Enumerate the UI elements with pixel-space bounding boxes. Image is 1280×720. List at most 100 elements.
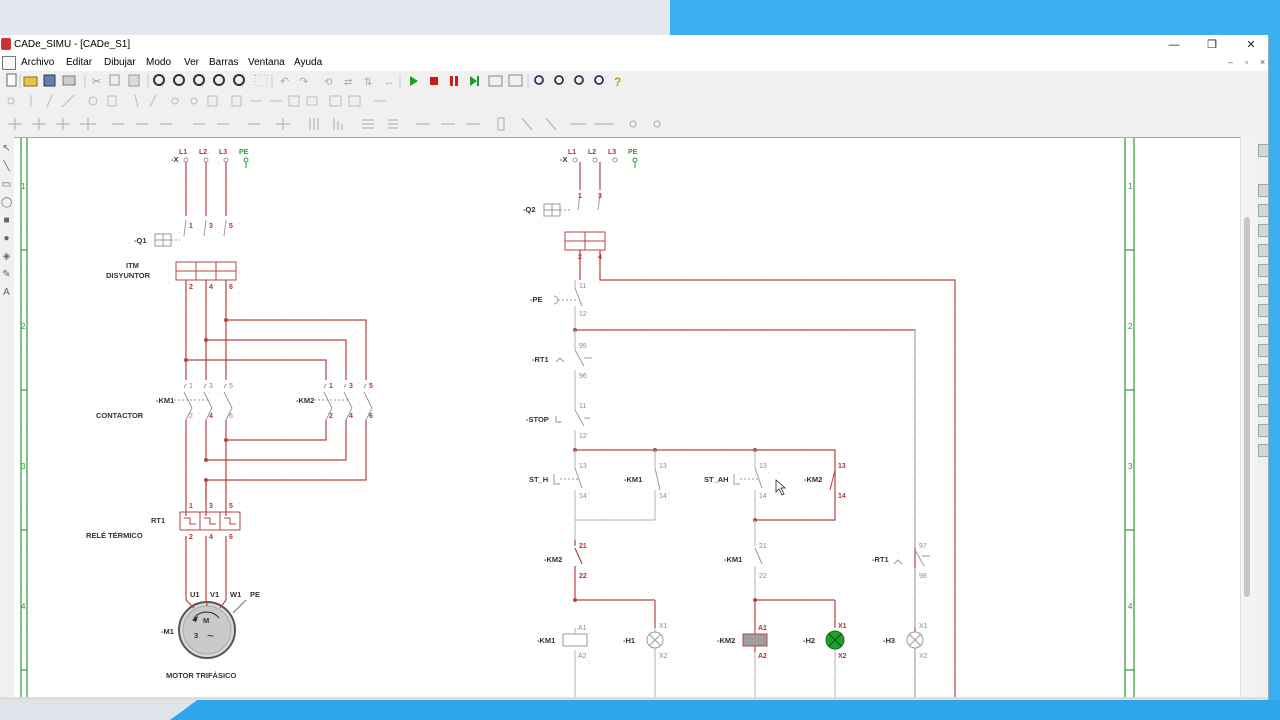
new-file-icon[interactable] (6, 73, 17, 87)
right-tool-4-icon[interactable] (1258, 224, 1268, 237)
connect-icon[interactable]: ↔ (384, 77, 394, 88)
zoom-in-icon[interactable] (193, 74, 205, 86)
tool-18-icon[interactable] (348, 95, 361, 107)
comp-4-icon[interactable] (80, 118, 96, 130)
right-tool-9-icon[interactable] (1258, 324, 1268, 337)
align-icon[interactable]: ⇅ (364, 77, 372, 88)
tool-6-icon[interactable] (107, 95, 117, 107)
right-tool-1-icon[interactable] (1258, 144, 1268, 157)
stop-button[interactable] (555, 409, 590, 427)
right-tool-15-icon[interactable] (1258, 444, 1268, 457)
paste-icon[interactable] (128, 74, 140, 87)
rt1-no-contact[interactable] (893, 549, 930, 567)
menu-barras[interactable]: Barras (209, 57, 238, 68)
vertical-scrollbar[interactable] (1240, 137, 1257, 697)
right-tool-2-icon[interactable] (1258, 184, 1268, 197)
km2-power-contacts[interactable] (314, 383, 373, 421)
menu-ver[interactable]: Ver (184, 57, 199, 68)
tool-16-icon[interactable] (306, 96, 318, 106)
zoom-window-icon[interactable] (153, 74, 165, 86)
right-tool-6-icon[interactable] (1258, 264, 1268, 277)
mdi-minimize-button[interactable]: – (1228, 57, 1233, 67)
play-icon[interactable] (410, 76, 418, 86)
scrollbar-thumb[interactable] (1244, 217, 1250, 597)
comp-25-icon[interactable] (653, 120, 661, 128)
pointer-icon[interactable]: ↖ (1, 143, 12, 154)
rt1-nc-contact[interactable] (555, 349, 592, 367)
maximize-button[interactable]: ❐ (1194, 37, 1230, 53)
right-tool-11-icon[interactable] (1258, 364, 1268, 377)
lamp-h3[interactable] (906, 631, 924, 649)
km2-interlock-contact[interactable] (574, 547, 583, 565)
stop-icon[interactable] (430, 77, 438, 85)
comp-3-icon[interactable] (56, 118, 70, 130)
menu-dibujar[interactable]: Dibujar (104, 57, 136, 68)
measure-icon[interactable] (508, 74, 523, 87)
menu-archivo[interactable]: Archivo (21, 57, 54, 68)
lamp-h2[interactable] (825, 630, 845, 650)
km2-holding-contact[interactable] (829, 469, 836, 491)
print-icon[interactable] (62, 75, 76, 86)
zoom-out-icon[interactable] (213, 74, 225, 86)
zoom-lens-1-icon[interactable] (534, 75, 544, 85)
mdi-close-button[interactable]: × (1260, 57, 1265, 67)
comp-13-icon[interactable] (333, 118, 343, 130)
menu-ventana[interactable]: Ventana (248, 57, 285, 68)
right-tool-8-icon[interactable] (1258, 304, 1268, 317)
menu-modo[interactable]: Modo (146, 57, 171, 68)
tool-17-icon[interactable] (329, 95, 342, 107)
oscilloscope-icon[interactable] (488, 75, 503, 87)
comp-2-icon[interactable] (32, 118, 46, 130)
close-button[interactable]: ✕ (1233, 37, 1268, 53)
tool-1-icon[interactable] (7, 97, 15, 105)
step-icon[interactable] (470, 76, 479, 86)
help-icon[interactable]: ? (614, 75, 621, 89)
rt1-thermal-relay[interactable] (179, 511, 241, 531)
right-tool-7-icon[interactable] (1258, 284, 1268, 297)
zoom-all-icon[interactable] (173, 74, 185, 86)
pen-icon[interactable]: ✎ (1, 269, 12, 280)
comp-12-icon[interactable] (309, 118, 319, 130)
rectangle-icon[interactable]: ▭ (1, 179, 12, 190)
ellipse-icon[interactable]: ◯ (1, 197, 12, 208)
minimize-button[interactable]: — (1156, 37, 1192, 53)
tool-3-icon[interactable] (46, 94, 53, 108)
tool-12-icon[interactable] (231, 95, 242, 107)
zoom-lens-3-icon[interactable] (574, 75, 584, 85)
grid-icon[interactable] (254, 74, 268, 87)
open-file-icon[interactable] (23, 76, 38, 87)
right-tool-13-icon[interactable] (1258, 404, 1268, 417)
pe-emergency-stop[interactable] (553, 287, 583, 307)
mirror-icon[interactable]: ⇄ (344, 77, 352, 88)
cut-icon[interactable]: ✂ (92, 76, 101, 88)
rotate-icon[interactable]: ⟲ (324, 77, 333, 88)
right-tool-5-icon[interactable] (1258, 244, 1268, 257)
menu-ayuda[interactable]: Ayuda (294, 57, 322, 68)
tool-8-icon[interactable] (149, 94, 157, 108)
q2-breaker-symbol[interactable] (543, 193, 601, 217)
pause-icon[interactable] (450, 76, 458, 86)
zoom-lens-4-icon[interactable] (594, 75, 604, 85)
comp-1-icon[interactable] (8, 118, 22, 130)
st-ah-start-button[interactable] (733, 467, 763, 489)
right-tool-14-icon[interactable] (1258, 424, 1268, 437)
zoom-previous-icon[interactable] (233, 74, 245, 86)
save-icon[interactable] (43, 74, 56, 87)
tool-9-icon[interactable] (171, 97, 179, 105)
redo-icon[interactable]: ↷ (299, 76, 308, 88)
comp-14-icon[interactable] (362, 119, 374, 129)
tool-4-icon[interactable] (61, 94, 75, 108)
comp-21-icon[interactable] (545, 117, 557, 131)
coil-km2[interactable] (742, 633, 768, 647)
copy-icon[interactable] (109, 74, 120, 86)
drawing-canvas[interactable]: 1 2 3 4 1 2 3 4 L1 L2 L3 PE -X -Q1 ITM D… (14, 137, 1240, 698)
comp-11-icon[interactable] (276, 118, 290, 130)
filled-ellipse-icon[interactable]: ● (1, 233, 12, 244)
tool-5-icon[interactable] (88, 96, 98, 106)
right-tool-10-icon[interactable] (1258, 344, 1268, 357)
tool-7-icon[interactable] (134, 94, 139, 108)
document-icon[interactable] (2, 56, 16, 70)
right-tool-3-icon[interactable] (1258, 204, 1268, 217)
km1-power-contacts[interactable] (174, 383, 233, 421)
line-icon[interactable]: ╲ (1, 161, 12, 172)
